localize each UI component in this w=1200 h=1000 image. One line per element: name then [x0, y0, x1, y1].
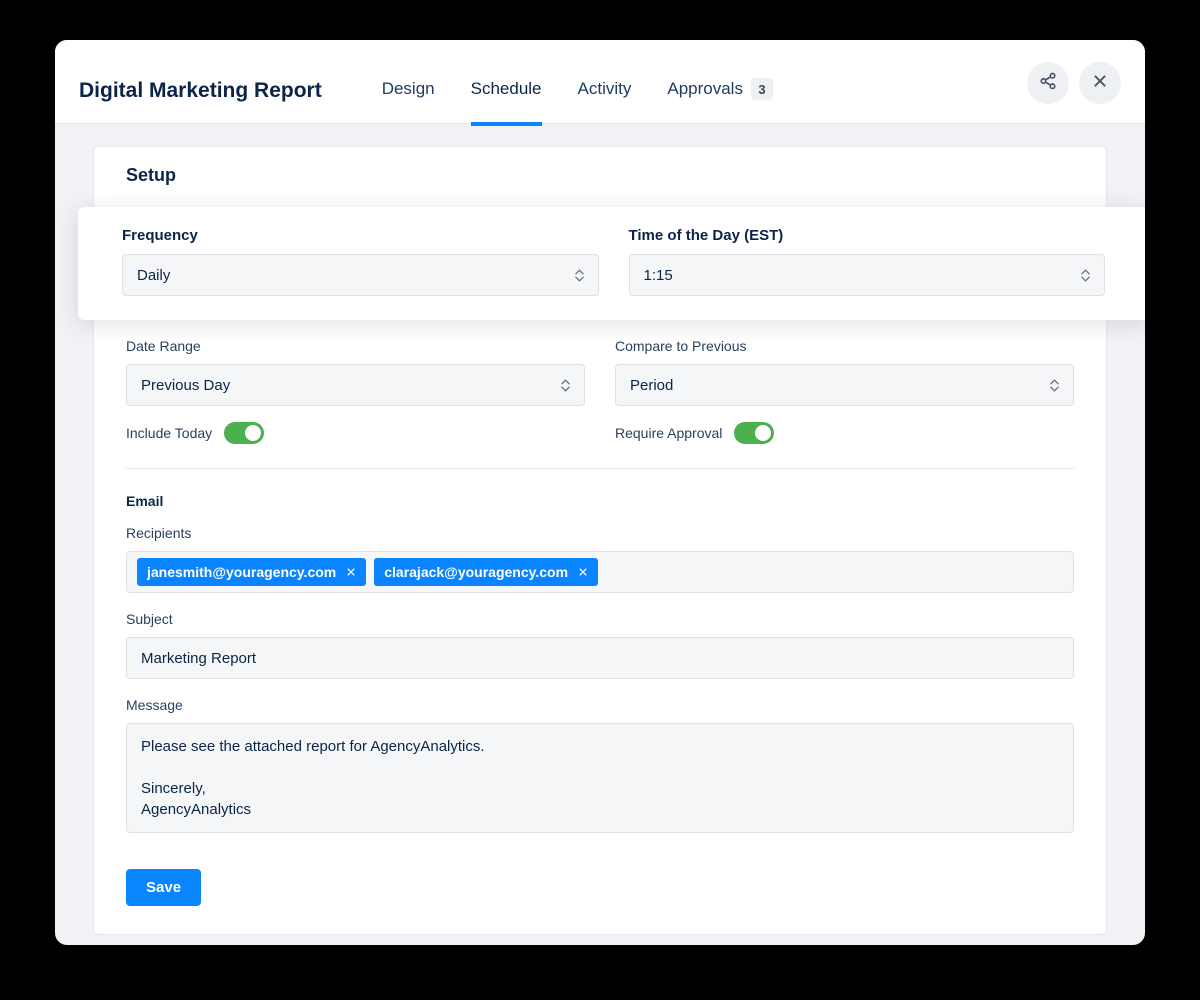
include-today-label: Include Today — [126, 425, 212, 441]
save-button[interactable]: Save — [126, 869, 201, 906]
compare-label: Compare to Previous — [615, 338, 1074, 354]
recipient-email: janesmith@youragency.com — [147, 564, 336, 580]
compare-value: Period — [630, 377, 673, 394]
recipient-email: clarajack@youragency.com — [384, 564, 568, 580]
recipients-field: Recipients janesmith@youragency.com clar… — [126, 525, 1074, 593]
approvals-badge: 3 — [751, 78, 773, 100]
email-section-label: Email — [126, 493, 1074, 509]
frequency-select[interactable]: Daily — [122, 254, 599, 296]
chip-remove-icon[interactable] — [578, 567, 588, 577]
time-select[interactable]: 1:15 — [629, 254, 1106, 296]
tab-label: Design — [382, 79, 435, 99]
setup-card: Setup Frequency Daily — [93, 146, 1107, 935]
subject-input[interactable] — [126, 637, 1074, 679]
message-textarea[interactable]: Please see the attached report for Agenc… — [126, 723, 1074, 833]
subject-field: Subject — [126, 611, 1074, 679]
app-window: Digital Marketing Report Design Schedule… — [55, 40, 1145, 945]
time-label: Time of the Day (EST) — [629, 227, 1106, 244]
recipients-label: Recipients — [126, 525, 1074, 541]
tab-approvals[interactable]: Approvals 3 — [667, 56, 773, 126]
include-today-toggle[interactable] — [224, 422, 264, 444]
chevron-updown-icon — [1081, 269, 1090, 282]
tab-schedule[interactable]: Schedule — [471, 56, 542, 126]
header-actions — [1027, 62, 1121, 104]
message-label: Message — [126, 697, 1074, 713]
tab-label: Approvals — [667, 79, 743, 99]
date-range-value: Previous Day — [141, 377, 230, 394]
require-approval-toggle[interactable] — [734, 422, 774, 444]
recipient-chip: clarajack@youragency.com — [374, 558, 598, 586]
require-approval-row: Require Approval — [615, 422, 1074, 444]
chevron-updown-icon — [561, 379, 570, 392]
include-today-row: Include Today — [126, 422, 585, 444]
header: Digital Marketing Report Design Schedule… — [55, 40, 1145, 124]
date-range-label: Date Range — [126, 338, 585, 354]
recipients-input[interactable]: janesmith@youragency.com clarajack@youra… — [126, 551, 1074, 593]
content: Setup Frequency Daily — [55, 124, 1145, 945]
chevron-updown-icon — [575, 269, 584, 282]
tab-label: Activity — [578, 79, 632, 99]
page-title: Digital Marketing Report — [79, 79, 322, 103]
chevron-updown-icon — [1050, 379, 1059, 392]
close-button[interactable] — [1079, 62, 1121, 104]
tab-design[interactable]: Design — [382, 56, 435, 126]
compare-field: Compare to Previous Period Require Appro… — [615, 338, 1074, 444]
frequency-value: Daily — [137, 267, 170, 284]
require-approval-label: Require Approval — [615, 425, 722, 441]
recipient-chip: janesmith@youragency.com — [137, 558, 366, 586]
setup-title: Setup — [126, 165, 1074, 186]
divider — [126, 468, 1074, 469]
tab-label: Schedule — [471, 79, 542, 99]
tabs: Design Schedule Activity Approvals 3 — [382, 56, 1027, 125]
frequency-field: Frequency Daily — [122, 227, 599, 296]
date-range-field: Date Range Previous Day Include Today — [126, 338, 585, 444]
compare-select[interactable]: Period — [615, 364, 1074, 406]
share-icon — [1039, 72, 1057, 93]
frequency-label: Frequency — [122, 227, 599, 244]
subject-label: Subject — [126, 611, 1074, 627]
time-value: 1:15 — [644, 267, 673, 284]
frequency-panel: Frequency Daily Time of the Day (EST) — [78, 207, 1145, 320]
tab-activity[interactable]: Activity — [578, 56, 632, 126]
date-range-select[interactable]: Previous Day — [126, 364, 585, 406]
chip-remove-icon[interactable] — [346, 567, 356, 577]
share-button[interactable] — [1027, 62, 1069, 104]
message-field: Message Please see the attached report f… — [126, 697, 1074, 833]
close-icon — [1092, 73, 1108, 92]
time-field: Time of the Day (EST) 1:15 — [629, 227, 1106, 296]
